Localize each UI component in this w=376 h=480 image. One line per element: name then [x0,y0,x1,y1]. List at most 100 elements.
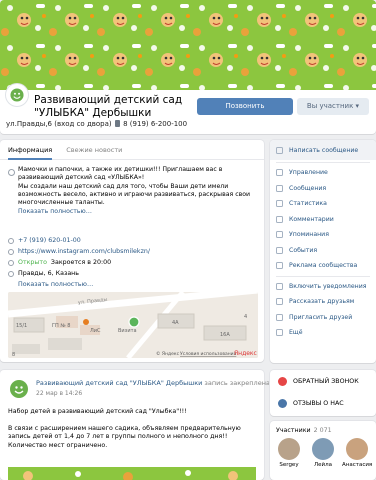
menu-item-messages[interactable]: Сообщения [270,181,376,197]
members-header[interactable]: Участники 2 071 [270,421,376,434]
reviews-link[interactable]: ОТЗЫВЫ О НАС [270,392,376,414]
hours-row: Открыто Закроется в 20:00 [8,257,258,268]
map-terms-link: Условия использования [180,351,237,357]
phone-icon [278,376,287,386]
menu-item-label: Упоминания [289,231,329,239]
phone-link[interactable]: +7 (919) 620-01-00 [18,237,81,244]
website-link[interactable]: https://www.instagram.com/clubsmilekzn/ [18,248,150,255]
menu-item-label: Пригласить друзей [289,313,353,321]
pinned-label: запись закреплена [204,379,270,387]
members-block: Участники 2 071 Sergey Лейла Анастасия [270,421,376,480]
menu-item-events[interactable]: События [270,243,376,259]
avatar [346,438,368,460]
clock-icon [8,259,14,266]
map-widget[interactable]: 15/1 ГП № 8 ЛиС Визита 4А 16А 4 8 ул. Пр… [8,292,258,358]
globe-icon [8,248,14,255]
menu-item-comments[interactable]: Комментарии [270,212,376,228]
map-label: 4 [244,314,247,320]
menu-item-invite[interactable]: Пригласить друзей [270,310,376,326]
map-label: 8 [12,352,15,358]
cover-image [0,0,376,90]
write-message-label: Написать сообщение [289,146,359,154]
menu-item-stats[interactable]: Статистика [270,196,376,212]
menu-item-label: Комментарии [289,215,334,223]
members-count: 2 071 [313,427,332,434]
address-more-row: Показать полностью… [8,279,258,290]
post-author-line: Развивающий детский сад "УЛЫБКА" Дербышк… [36,379,270,387]
speech-bubble-icon [278,398,287,408]
menu-item-label: Включить уведомления [289,282,367,290]
menu-item-notifications[interactable]: Включить уведомления [270,279,376,295]
address-text: Правды, 6, Казань [18,270,80,277]
group-phone: 8 (919) 6-200-100 [123,120,188,128]
address-show-more-link[interactable]: Показать полностью… [18,281,93,288]
map-brand: Яндекс [234,350,257,357]
calendar-icon [276,246,283,254]
menu-item-share[interactable]: Рассказать друзьям [270,294,376,310]
menu-item-label: Ещё [289,329,303,337]
member-name: Лейла [314,462,332,468]
tab-news[interactable]: Свежие новости [66,140,122,159]
comment-icon [276,215,283,223]
tab-info[interactable]: Информация [8,140,53,160]
member-item[interactable]: Анастасия [342,438,372,468]
menu-item-mentions[interactable]: Упоминания [270,227,376,243]
phone-row: +7 (919) 620-01-00 [8,235,258,246]
group-header: Развивающий детский сад "УЛЫБКА" Дербышк… [0,84,376,134]
at-sign-icon [276,231,283,239]
description-text: Мамочки и папочки, а также их детишки!!!… [18,166,251,207]
address-row: Правды, 6, Казань [8,268,258,279]
post-text: Набор детей в развивающий детский сад "У… [8,408,241,449]
map-label: 16А [220,332,230,338]
group-address: ул.Правды,6 (вход со двора) [6,120,112,128]
group-description: Мамочки и папочки, а также их детишки!!!… [8,166,258,215]
more-icon [276,329,283,337]
menu-item-label: Статистика [289,200,327,208]
info-card: Информация Свежие новости Мамочки и папо… [0,140,264,362]
post-author-avatar[interactable] [8,378,30,400]
pinned-post: Развивающий детский сад "УЛЫБКА" Дербышк… [0,370,270,480]
bell-icon [276,282,283,290]
location-pin-icon [8,270,14,277]
menu-item-label: Реклама сообщества [289,262,358,270]
phone-icon [8,237,14,244]
contact-rows: +7 (919) 620-01-00 https://www.instagram… [8,235,258,290]
call-button[interactable]: Позвонить [197,98,293,115]
stats-icon [276,200,283,208]
cta-card: ОБРАТНЫЙ ЗВОНОК ОТЗЫВЫ О НАС [270,370,376,416]
callback-label: ОБРАТНЫЙ ЗВОНОК [293,377,359,385]
open-status: Открыто [18,259,47,266]
share-icon [276,298,283,306]
post-author-link[interactable]: Развивающий детский сад "УЛЫБКА" Дербышк… [36,379,202,387]
map-label: 15/1 [16,323,27,329]
group-status-line: ул.Правды,6 (вход со двора) 8 (919) 6-20… [6,120,187,128]
post-image[interactable] [8,466,256,480]
member-item[interactable]: Лейла [308,438,338,468]
map-copyright: © Яндекс [156,350,180,357]
members-title: Участники [276,427,311,434]
avatar [312,438,334,460]
callback-link[interactable]: ОБРАТНЫЙ ЗВОНОК [270,370,376,392]
post-date[interactable]: 22 мар в 14:26 [36,390,82,397]
group-title: Развивающий детский сад "УЛЫБКА" Дербышк… [34,94,183,119]
member-status-button[interactable]: Вы участник ▾ [297,98,369,115]
menu-item-label: События [289,246,318,254]
menu-item-ads[interactable]: Реклама сообщества [270,258,376,274]
chat-icon [276,184,283,192]
menu-item-manage[interactable]: Управление [270,165,376,181]
menu-item-label: Управление [289,169,328,177]
member-name: Sergey [279,462,299,468]
map-label: 4А [172,320,179,326]
show-more-link[interactable]: Показать полностью… [18,208,258,215]
map-label: ГП № 8 [52,323,70,329]
member-item[interactable]: Sergey [274,438,304,468]
menu-item-more[interactable]: Ещё [270,325,376,341]
members-list: Sergey Лейла Анастасия [270,434,376,468]
map-label: Визита [118,328,137,334]
website-row: https://www.instagram.com/clubsmilekzn/ [8,246,258,257]
action-menu: Написать сообщение Управление Сообщения … [270,140,376,363]
write-message-item[interactable]: Написать сообщение [270,140,376,160]
group-avatar[interactable] [6,84,28,106]
member-name: Анастасия [342,462,373,468]
avatar [278,438,300,460]
